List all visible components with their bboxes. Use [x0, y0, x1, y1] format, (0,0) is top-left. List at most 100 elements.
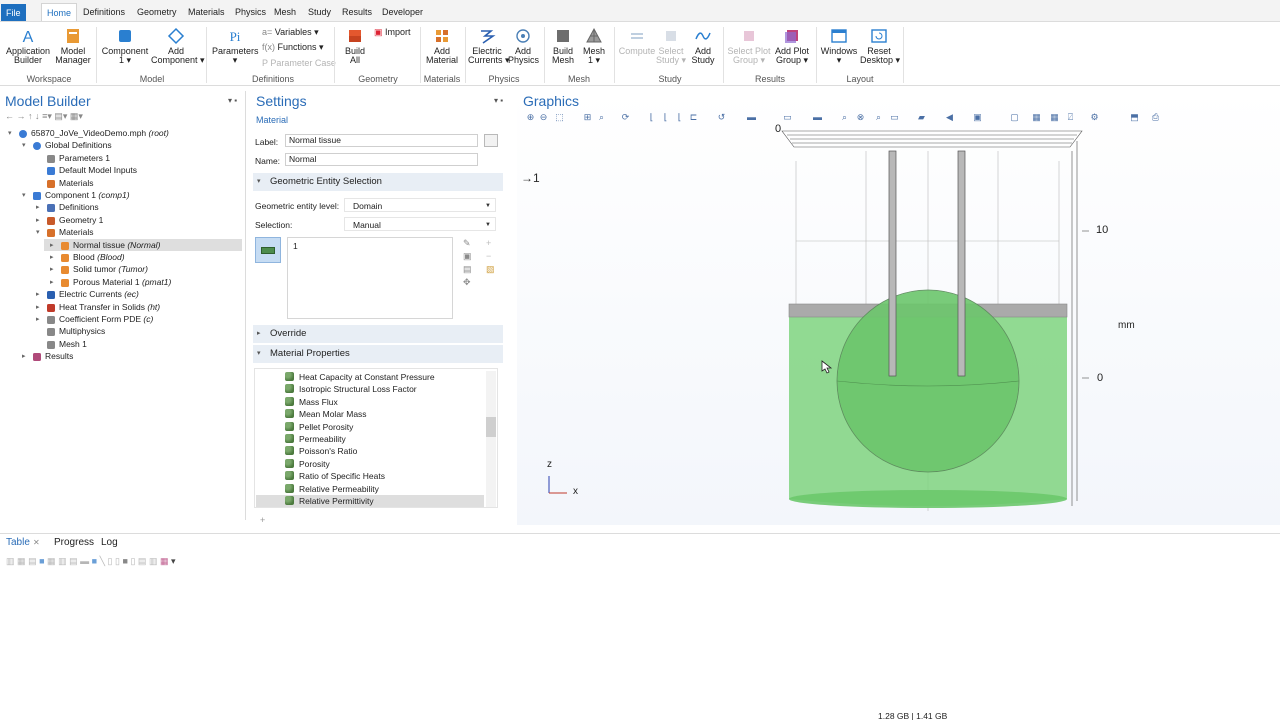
expand-icon[interactable]: ▸ — [50, 264, 54, 276]
table-tool-icon[interactable]: ▤ — [138, 556, 147, 566]
table-tool-icon[interactable]: ▥ — [149, 556, 158, 566]
tree-item[interactable]: Results — [45, 351, 73, 363]
expand-icon[interactable]: ▸ — [36, 302, 40, 314]
menu-tab-file[interactable]: File — [1, 4, 26, 21]
table-tool-icon[interactable]: ╲ — [100, 556, 105, 566]
copy-icon[interactable]: ▣ — [463, 250, 472, 263]
expand-icon[interactable]: ▸ — [36, 314, 40, 326]
menu-tab-results[interactable]: Results — [337, 3, 377, 21]
paint-icon[interactable]: ✎ — [463, 237, 472, 250]
material-property-item[interactable]: Relative Permittivity — [256, 495, 484, 507]
table-tool-icon[interactable]: ▦ — [17, 556, 26, 566]
material-property-item[interactable]: Pellet Porosity — [256, 421, 484, 433]
tree-options-icon[interactable]: ▦▾ — [70, 111, 83, 121]
tree-item[interactable]: Materials — [59, 227, 93, 239]
tree-item[interactable]: Mesh 1 — [59, 339, 87, 351]
add-physics-button[interactable]: Add Physics — [508, 27, 539, 65]
pin-icon[interactable]: ▾ ▪ — [494, 96, 503, 105]
add-material-button[interactable]: Add Material — [424, 27, 460, 65]
build-all-button[interactable]: Build All — [340, 27, 370, 65]
add-plot-group-button[interactable]: Add Plot Group ▾ — [773, 27, 811, 65]
tab-log[interactable]: Log — [101, 537, 118, 548]
material-property-item[interactable]: Permeability — [256, 433, 484, 445]
tree-item[interactable]: Definitions — [59, 202, 99, 214]
tree-item[interactable]: Geometry 1 — [59, 215, 103, 227]
table-tool-icon[interactable]: ■ — [92, 556, 97, 566]
menu-tab-developer[interactable]: Developer — [377, 3, 428, 21]
name-field[interactable]: Normal — [285, 153, 478, 166]
tab-progress[interactable]: Progress — [54, 537, 94, 548]
expand-icon[interactable]: ▸ — [36, 215, 40, 227]
compute-button[interactable]: Compute — [618, 27, 656, 56]
tree-item[interactable]: Blood (Blood) — [73, 252, 125, 264]
tree-item[interactable]: Heat Transfer in Solids (ht) — [59, 302, 160, 314]
tree-item[interactable]: Normal tissue (Normal) — [73, 240, 160, 252]
collapse-icon[interactable]: ▾ — [8, 128, 12, 140]
clear-selection-icon[interactable]: ▧ — [486, 263, 495, 276]
menu-tab-definitions[interactable]: Definitions — [78, 3, 130, 21]
table-tool-icon[interactable]: ▤ — [69, 556, 78, 566]
remove-icon[interactable]: − — [486, 250, 495, 263]
tree-item[interactable]: Multiphysics — [59, 326, 105, 338]
menu-tab-materials[interactable]: Materials — [183, 3, 230, 21]
model-manager-button[interactable]: Model Manager — [54, 27, 92, 65]
table-tool-icon[interactable]: ▯ — [108, 556, 113, 566]
material-property-item[interactable]: Ratio of Specific Heats — [256, 470, 484, 482]
select-study-button[interactable]: Select Study ▾ — [656, 27, 686, 65]
tree-item[interactable]: Component 1 (comp1) — [45, 190, 130, 202]
windows-button[interactable]: Windows ▾ — [820, 27, 858, 65]
paste-icon[interactable]: ▤ — [463, 263, 472, 276]
table-tool-icon[interactable]: ▯ — [115, 556, 120, 566]
component-button[interactable]: Component 1 ▾ — [101, 27, 149, 65]
add-row-icon[interactable]: + — [260, 515, 265, 525]
menu-tab-physics[interactable]: Physics — [230, 3, 271, 21]
table-tool-icon[interactable]: ▥ — [6, 556, 15, 566]
collapse-icon[interactable]: ▾ — [22, 140, 26, 152]
table-tool-icon[interactable]: ▤ — [28, 556, 37, 566]
expand-icon[interactable]: ▸ — [50, 240, 54, 252]
tree-item[interactable]: Materials — [59, 178, 93, 190]
parameters-button[interactable]: Pi Parameters ▾ — [212, 27, 259, 65]
override-section-header[interactable]: ▸ Override — [253, 325, 503, 343]
table-tool-icon[interactable]: ■ — [39, 556, 44, 566]
up-icon[interactable]: ↑ — [28, 111, 33, 121]
entity-level-select[interactable]: Domain ▼ — [344, 198, 496, 212]
selection-select[interactable]: Manual ▼ — [344, 217, 496, 231]
show-icon[interactable]: ▤▾ — [54, 111, 67, 121]
selection-list-item[interactable]: 1 — [293, 241, 298, 251]
menu-tab-geometry[interactable]: Geometry — [132, 3, 182, 21]
menu-tab-study[interactable]: Study — [303, 3, 336, 21]
expand-icon[interactable]: ≡▾ — [42, 111, 52, 121]
tree-item[interactable]: Electric Currents (ec) — [59, 289, 139, 301]
table-tool-icon[interactable]: ■ — [122, 556, 127, 566]
material-property-item[interactable]: Heat Capacity at Constant Pressure — [256, 371, 484, 383]
down-icon[interactable]: ↓ — [35, 111, 40, 121]
collapse-icon[interactable]: ▾ — [22, 190, 26, 202]
import-button[interactable]: ▣ Import — [374, 27, 411, 37]
add-component-button[interactable]: Add Component ▾ — [151, 27, 205, 65]
tree-item[interactable]: Porous Material 1 (pmat1) — [73, 277, 171, 289]
expand-icon[interactable]: ▸ — [22, 351, 26, 363]
application-builder-button[interactable]: A Application Builder — [6, 27, 50, 65]
forward-icon[interactable]: → — [17, 111, 26, 121]
table-tool-icon[interactable]: ▬ — [80, 556, 89, 566]
material-property-item[interactable]: Mean Molar Mass — [256, 408, 484, 420]
geometric-entity-section-header[interactable]: ▾ Geometric Entity Selection — [253, 173, 503, 191]
material-property-item[interactable]: Poisson's Ratio — [256, 445, 484, 457]
menu-tab-home[interactable]: Home — [41, 3, 78, 21]
mesh1-button[interactable]: Mesh 1 ▾ — [580, 27, 608, 65]
parameter-case-button[interactable]: P Parameter Case — [262, 58, 336, 68]
table-tool-icon[interactable]: ▦ — [160, 556, 169, 566]
material-property-item[interactable]: Mass Flux — [256, 396, 484, 408]
material-property-item[interactable]: Relative Permeability — [256, 483, 484, 495]
expand-icon[interactable]: ▸ — [50, 252, 54, 264]
table-tool-icon[interactable]: ▥ — [58, 556, 67, 566]
add-icon[interactable]: + — [486, 237, 495, 250]
table-tool-icon[interactable]: ▦ — [47, 556, 56, 566]
expand-icon[interactable]: ▸ — [50, 277, 54, 289]
label-field[interactable]: Normal tissue — [285, 134, 478, 147]
tree-item[interactable]: 65870_JoVe_VideoDemo.mph (root) — [31, 128, 169, 140]
expand-icon[interactable]: ▸ — [36, 289, 40, 301]
active-selection-toggle[interactable] — [255, 237, 281, 263]
zoom-selected-icon[interactable]: ✥ — [463, 276, 472, 289]
